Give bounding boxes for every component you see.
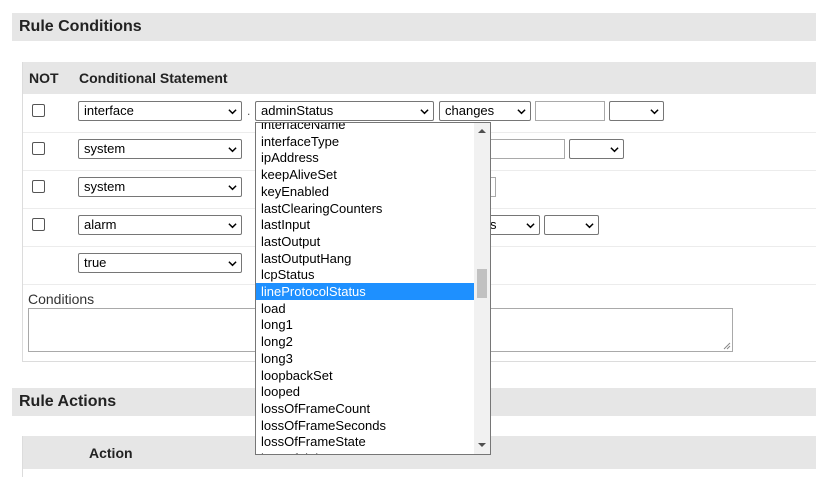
chevron-down-icon	[228, 147, 237, 153]
dropdown-option[interactable]: lossOfFrameCount	[256, 400, 475, 417]
scrollbar-thumb[interactable]	[477, 269, 487, 298]
category-select-row1[interactable]: interface	[78, 101, 242, 121]
not-checkbox-row3[interactable]	[32, 180, 45, 193]
not-checkbox-row1[interactable]	[32, 104, 45, 117]
operator-select-value: changes	[445, 103, 495, 118]
dropdown-scrollbar[interactable]	[474, 123, 490, 454]
category-select-row2[interactable]: system	[78, 139, 242, 159]
dropdown-option[interactable]: long2	[256, 333, 475, 350]
dropdown-option[interactable]: loopbackSet	[256, 367, 475, 384]
value-input-row2[interactable]	[488, 139, 565, 159]
separator-dot: .	[247, 104, 251, 118]
dropdown-option[interactable]: lastClearingCounters	[256, 200, 475, 217]
dropdown-option[interactable]: lastOutputHang	[256, 250, 475, 267]
extra-select-row4[interactable]	[544, 215, 599, 235]
dropdown-option[interactable]: keepAliveSet	[256, 166, 475, 183]
category-select-row3[interactable]: system	[78, 177, 242, 197]
dropdown-option[interactable]: long3	[256, 350, 475, 367]
chevron-down-icon	[517, 109, 526, 115]
chevron-down-icon	[228, 223, 237, 229]
dropdown-option[interactable]: lossOfLightCount	[256, 450, 475, 454]
col-not-header: NOT	[29, 70, 59, 86]
category-select-value: alarm	[84, 217, 117, 232]
dropdown-option[interactable]: interfaceType	[256, 133, 475, 150]
dropdown-option[interactable]: lossOfFrameState	[256, 433, 475, 450]
dropdown-option[interactable]: looped	[256, 383, 475, 400]
col-action-header: Action	[89, 445, 133, 461]
resize-handle-icon[interactable]	[723, 342, 731, 350]
category-select-value: interface	[84, 103, 134, 118]
rule-conditions-title: Rule Conditions	[19, 18, 142, 35]
extra-select-row1[interactable]	[609, 101, 664, 121]
chevron-down-icon	[585, 223, 594, 229]
chevron-down-icon	[228, 261, 237, 267]
conditions-label: Conditions	[28, 291, 95, 307]
dropdown-option[interactable]: lastInput	[256, 216, 475, 233]
extra-select-row2[interactable]	[569, 139, 624, 159]
dropdown-option[interactable]: lcpStatus	[256, 266, 475, 283]
chevron-down-icon	[228, 185, 237, 191]
operator-select-row4[interactable]: s	[483, 215, 540, 235]
attribute-select-row1[interactable]: adminStatus	[255, 101, 434, 121]
chevron-down-icon	[228, 109, 237, 115]
rule-conditions-header: Rule Conditions	[12, 13, 816, 41]
category-select-value: true	[84, 255, 107, 270]
category-select-row4[interactable]: alarm	[78, 215, 242, 235]
dropdown-option[interactable]: interfaceName	[256, 123, 475, 133]
col-statement-header: Conditional Statement	[79, 70, 228, 86]
chevron-down-icon	[650, 109, 659, 115]
chevron-down-icon	[610, 147, 619, 153]
attribute-select-value: adminStatus	[261, 103, 334, 118]
category-select-value: system	[84, 179, 126, 194]
not-checkbox-row2[interactable]	[32, 142, 45, 155]
category-select-row5[interactable]: true	[78, 253, 242, 273]
dropdown-option[interactable]: ipAddress	[256, 149, 475, 166]
dropdown-option[interactable]: long1	[256, 316, 475, 333]
chevron-down-icon	[526, 223, 535, 229]
attribute-dropdown-list[interactable]: interfaceName interfaceType ipAddress keepA…	[255, 122, 491, 455]
rule-actions-title: Rule Actions	[19, 393, 117, 410]
scroll-down-arrow-icon[interactable]	[478, 441, 486, 449]
dropdown-option[interactable]: lossOfFrameSeconds	[256, 417, 475, 434]
not-checkbox-row4[interactable]	[32, 218, 45, 231]
scroll-up-arrow-icon[interactable]	[478, 127, 486, 135]
dropdown-option[interactable]: lineProtocolStatus	[256, 283, 475, 300]
operator-select-row1[interactable]: changes	[439, 101, 531, 121]
value-input-row1[interactable]	[535, 101, 605, 121]
chevron-down-icon	[420, 109, 429, 115]
dropdown-option[interactable]: lastOutput	[256, 233, 475, 250]
dropdown-option[interactable]: load	[256, 300, 475, 317]
dropdown-option[interactable]: keyEnabled	[256, 183, 475, 200]
category-select-value: system	[84, 141, 126, 156]
